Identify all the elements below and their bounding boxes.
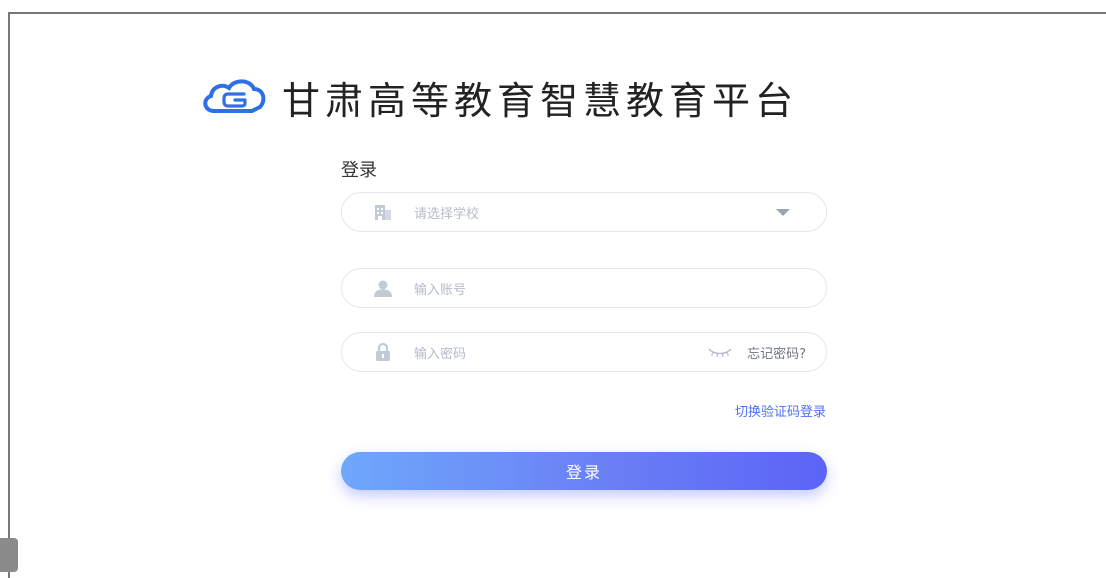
side-drawer-handle[interactable] — [0, 538, 18, 572]
chevron-down-icon[interactable] — [776, 208, 790, 216]
forgot-password-link[interactable]: 忘记密码? — [747, 343, 806, 362]
login-heading: 登录 — [341, 160, 377, 181]
password-placeholder: 输入密码 — [414, 346, 467, 362]
lock-icon — [372, 341, 394, 363]
platform-title: 甘肃高等教育智慧教育平台 — [282, 78, 799, 123]
login-button[interactable]: 登录 — [341, 452, 827, 490]
brand-header: 甘肃高等教育智慧教育平台 — [200, 74, 798, 123]
switch-to-sms-login-link[interactable]: 切换验证码登录 — [735, 401, 826, 420]
account-input[interactable]: 输入账号 — [341, 268, 827, 308]
eye-closed-icon[interactable] — [707, 346, 733, 358]
cloud-g-logo-icon — [203, 79, 266, 113]
school-select-placeholder: 请选择学校 — [414, 206, 480, 222]
school-select[interactable]: 请选择学校 — [341, 192, 827, 232]
password-input[interactable]: 输入密码 忘记密码? — [341, 332, 827, 372]
building-icon — [372, 201, 394, 223]
user-icon — [372, 277, 394, 299]
account-placeholder: 输入账号 — [414, 282, 467, 298]
